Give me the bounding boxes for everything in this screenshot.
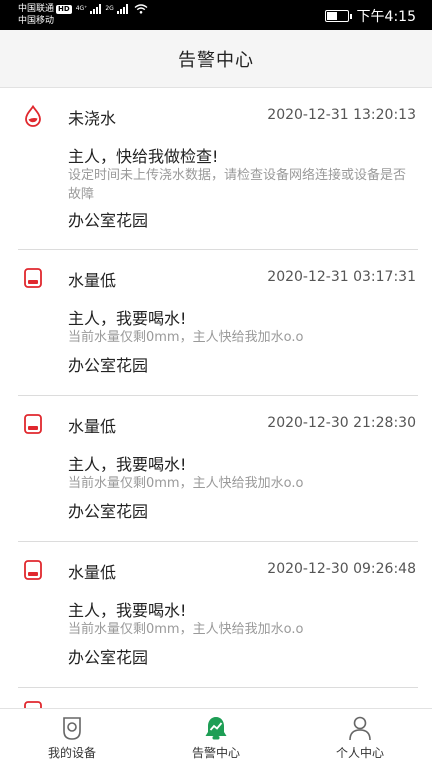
alarm-location: 办公室花园	[68, 502, 149, 521]
alarm-type: 未浇水	[68, 109, 117, 128]
nav-item-personal-center[interactable]: 个人中心	[288, 709, 432, 768]
alarm-title: 主人，我要喝水!	[68, 309, 187, 328]
low-water-cup-icon	[24, 414, 42, 434]
alarm-item[interactable]: 水量低 2020-12-30 09:26:48 主人，我要喝水! 当前水量仅剩0…	[18, 542, 418, 688]
person-icon	[349, 716, 371, 741]
page-header: 告警中心	[0, 30, 432, 88]
alarm-type: 水量低	[68, 563, 117, 582]
signal-1-icon	[90, 4, 102, 14]
low-water-cup-icon	[24, 268, 42, 288]
alarm-list[interactable]: 未浇水 2020-12-31 13:20:13 主人，快给我做检查! 设定时间未…	[0, 88, 432, 708]
wifi-icon	[134, 4, 148, 14]
carrier-row: 中国联通 HD 4G⁺ 2G	[18, 3, 148, 15]
clock: 下午4:15	[356, 9, 416, 25]
alarm-time: 2020-12-31 13:20:13	[267, 107, 416, 123]
alarm-location: 办公室花园	[68, 211, 149, 230]
alarm-description: 设定时间未上传浇水数据，请检查设备网络连接或设备是否故障	[68, 168, 407, 202]
carrier-2-label: 中国移动	[18, 16, 55, 26]
alarm-title: 主人，我要喝水!	[68, 601, 187, 620]
alarm-title: 主人，快给我做检查!	[68, 147, 219, 166]
alarm-type: 水量低	[68, 271, 117, 290]
low-water-cup-icon	[24, 560, 42, 580]
nav-item-my-devices[interactable]: 我的设备	[0, 709, 144, 768]
network-2-label: 2G	[105, 5, 114, 12]
alarm-type: 水量低	[68, 417, 117, 436]
alarm-time: 2020-12-31 03:17:31	[267, 269, 416, 285]
page-title: 告警中心	[178, 49, 254, 71]
nav-label: 我的设备	[47, 746, 96, 760]
hd-badge: HD	[56, 4, 72, 14]
alarm-bell-icon	[205, 717, 227, 740]
status-bar-carriers: 中国联通 HD 4G⁺ 2G 中国移动	[18, 3, 148, 27]
alarm-item[interactable]: 水量低 2020-12-31 03:17:31 主人，我要喝水! 当前水量仅剩0…	[18, 250, 418, 396]
alarm-item-partial[interactable]	[18, 688, 432, 708]
alarm-description: 当前水量仅剩0mm，主人快给我加水o.o	[68, 330, 304, 345]
status-bar: 中国联通 HD 4G⁺ 2G 中国移动 下午4:15	[0, 0, 432, 30]
low-water-cup-icon	[22, 700, 44, 708]
alarm-time: 2020-12-30 09:26:48	[267, 561, 416, 577]
alarm-item[interactable]: 未浇水 2020-12-31 13:20:13 主人，快给我做检查! 设定时间未…	[18, 88, 418, 250]
alarm-description: 当前水量仅剩0mm，主人快给我加水o.o	[68, 476, 304, 491]
network-1-label: 4G⁺	[75, 5, 88, 12]
nav-label: 告警中心	[191, 746, 240, 760]
status-bar-right: 下午4:15	[324, 6, 416, 26]
battery-icon	[324, 10, 352, 22]
bottom-nav: 我的设备 告警中心 个人中心	[0, 708, 432, 768]
alarm-description: 当前水量仅剩0mm，主人快给我加水o.o	[68, 622, 304, 637]
alarm-title: 主人，我要喝水!	[68, 455, 187, 474]
nav-label: 个人中心	[335, 746, 384, 760]
water-drop-icon	[25, 105, 41, 127]
alarm-time: 2020-12-30 21:28:30	[267, 415, 416, 431]
signal-2-icon	[116, 4, 128, 14]
alarm-location: 办公室花园	[68, 648, 149, 667]
alarm-location: 办公室花园	[68, 356, 149, 375]
nav-item-alarm-center[interactable]: 告警中心	[144, 709, 288, 768]
alarm-item[interactable]: 水量低 2020-12-30 21:28:30 主人，我要喝水! 当前水量仅剩0…	[18, 396, 418, 542]
device-icon	[63, 717, 81, 740]
carrier-1-label: 中国联通	[18, 4, 55, 14]
